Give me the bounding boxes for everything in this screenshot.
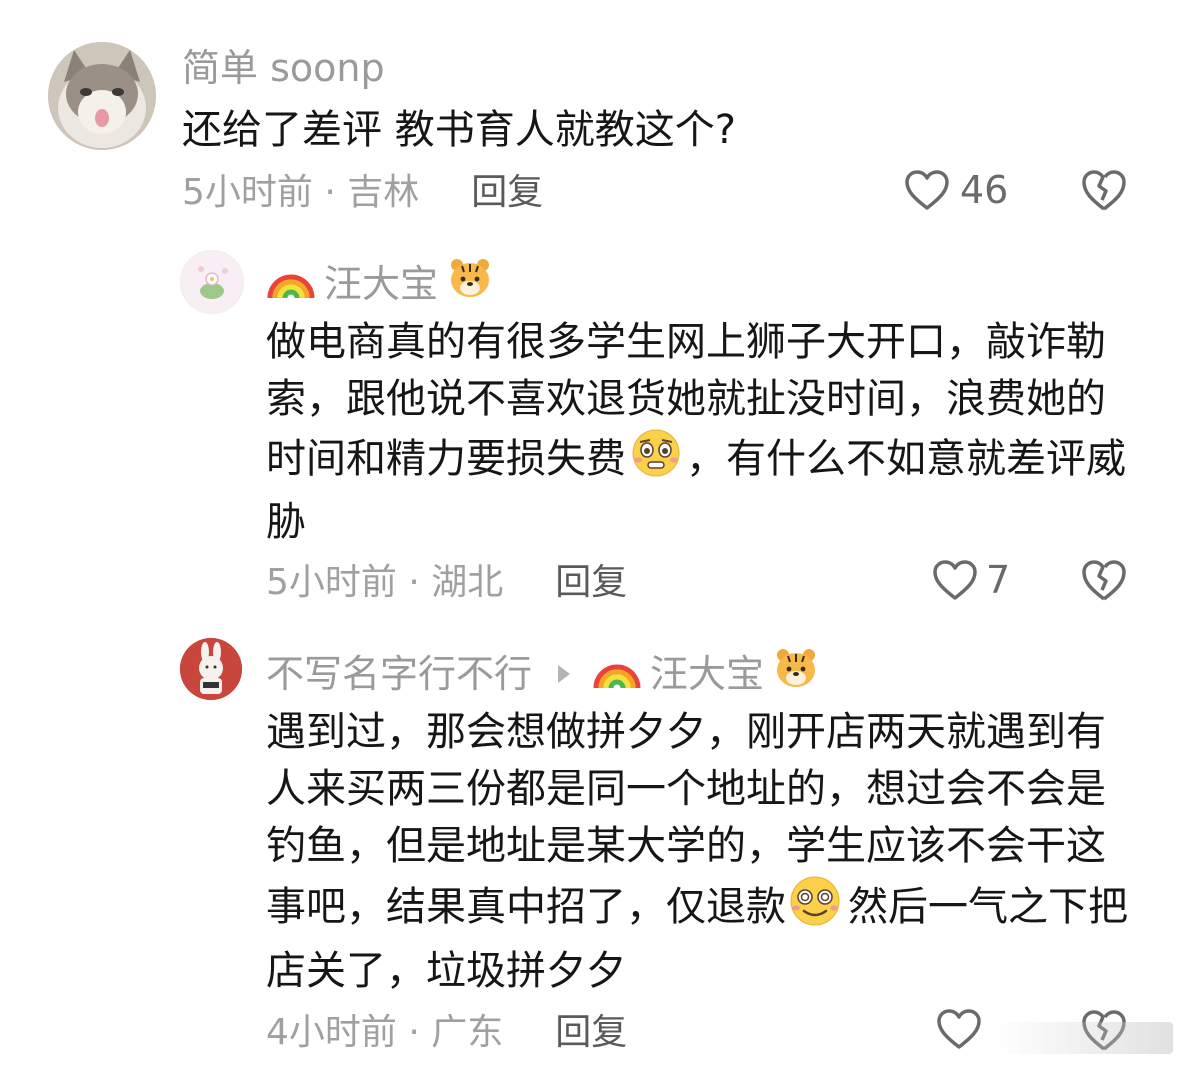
comment-text: 遇到过，那会想做拼夕夕，刚开店两天就遇到有人来买两三份都是同一个地址的，想过会不… (266, 704, 1128, 1000)
location: 吉林 (347, 172, 420, 213)
flower-avatar-icon (181, 251, 243, 313)
username[interactable]: 汪大宝 (266, 256, 492, 311)
reply-button[interactable]: 回复 (555, 1010, 627, 1056)
avatar[interactable] (180, 638, 242, 700)
comment-3: 不写名字行不行 汪大宝 遇到过，那会想做拼夕夕，刚开店两天就遇到有人来买两三份都… (0, 620, 1179, 1068)
dislike-button[interactable] (1080, 168, 1128, 212)
heart-icon (905, 170, 949, 210)
dizzy-smile-face-icon (786, 875, 844, 943)
username-text[interactable]: 汪大宝 (324, 260, 438, 308)
bunny-avatar-icon (180, 638, 242, 700)
comment-1: 简单 soonp 还给了差评 教书育人就教这个? 5小时前 · 吉林 回复 46 (0, 0, 1179, 230)
like-count: 7 (986, 558, 1011, 602)
timestamp: 5小时前 (182, 172, 313, 213)
username-text[interactable]: 不写名字行不行 (266, 650, 532, 698)
tiger-face-icon (774, 646, 818, 701)
avatar[interactable] (180, 250, 244, 314)
dislike-button[interactable] (1080, 558, 1128, 602)
comment-2: 汪大宝 做电商真的有很多学生网上狮子大开口，敲诈勒索，跟他说不喜欢退货她就扯没时… (0, 230, 1179, 620)
username-text[interactable]: 简单 soonp (182, 44, 385, 92)
reply-to-username[interactable]: 汪大宝 (650, 650, 764, 698)
tiger-face-icon (448, 256, 492, 311)
broken-heart-icon (1082, 170, 1126, 211)
location: 湖北 (431, 562, 504, 603)
comment-meta: 5小时前 · 湖北 回复 (266, 560, 627, 606)
heart-icon (933, 560, 977, 600)
like-button[interactable]: 7 (932, 558, 1010, 602)
comment-meta: 5小时前 · 吉林 回复 (182, 170, 543, 216)
rainbow-icon (266, 256, 316, 311)
like-count: 46 (960, 168, 1009, 212)
location: 广东 (431, 1012, 504, 1053)
meta-separator: · (312, 172, 348, 213)
timestamp: 5小时前 (266, 562, 397, 603)
watermark (997, 1022, 1173, 1054)
like-button[interactable] (936, 1008, 982, 1050)
broken-heart-icon (1082, 560, 1126, 601)
pleading-face-icon (628, 428, 684, 494)
comment-text: 还给了差评 教书育人就教这个? (182, 102, 1082, 159)
username: 不写名字行不行 汪大宝 (266, 646, 818, 701)
rainbow-icon (592, 646, 642, 701)
reply-arrow-icon (558, 664, 571, 683)
comment-text-content: 还给了差评 教书育人就教这个? (182, 107, 736, 153)
heart-icon (937, 1009, 981, 1049)
avatar[interactable] (48, 42, 156, 150)
timestamp: 4小时前 (266, 1012, 397, 1053)
meta-separator: · (396, 1012, 432, 1053)
reply-button[interactable]: 回复 (471, 170, 543, 216)
username[interactable]: 简单 soonp (182, 44, 385, 92)
reply-button[interactable]: 回复 (555, 560, 627, 606)
comment-text: 做电商真的有很多学生网上狮子大开口，敲诈勒索，跟他说不喜欢退货她就扯没时间，浪费… (266, 314, 1128, 551)
comment-meta: 4小时前 · 广东 回复 (266, 1010, 627, 1056)
cat-avatar-icon (48, 42, 156, 150)
like-button[interactable]: 46 (904, 168, 1008, 212)
meta-separator: · (396, 562, 432, 603)
